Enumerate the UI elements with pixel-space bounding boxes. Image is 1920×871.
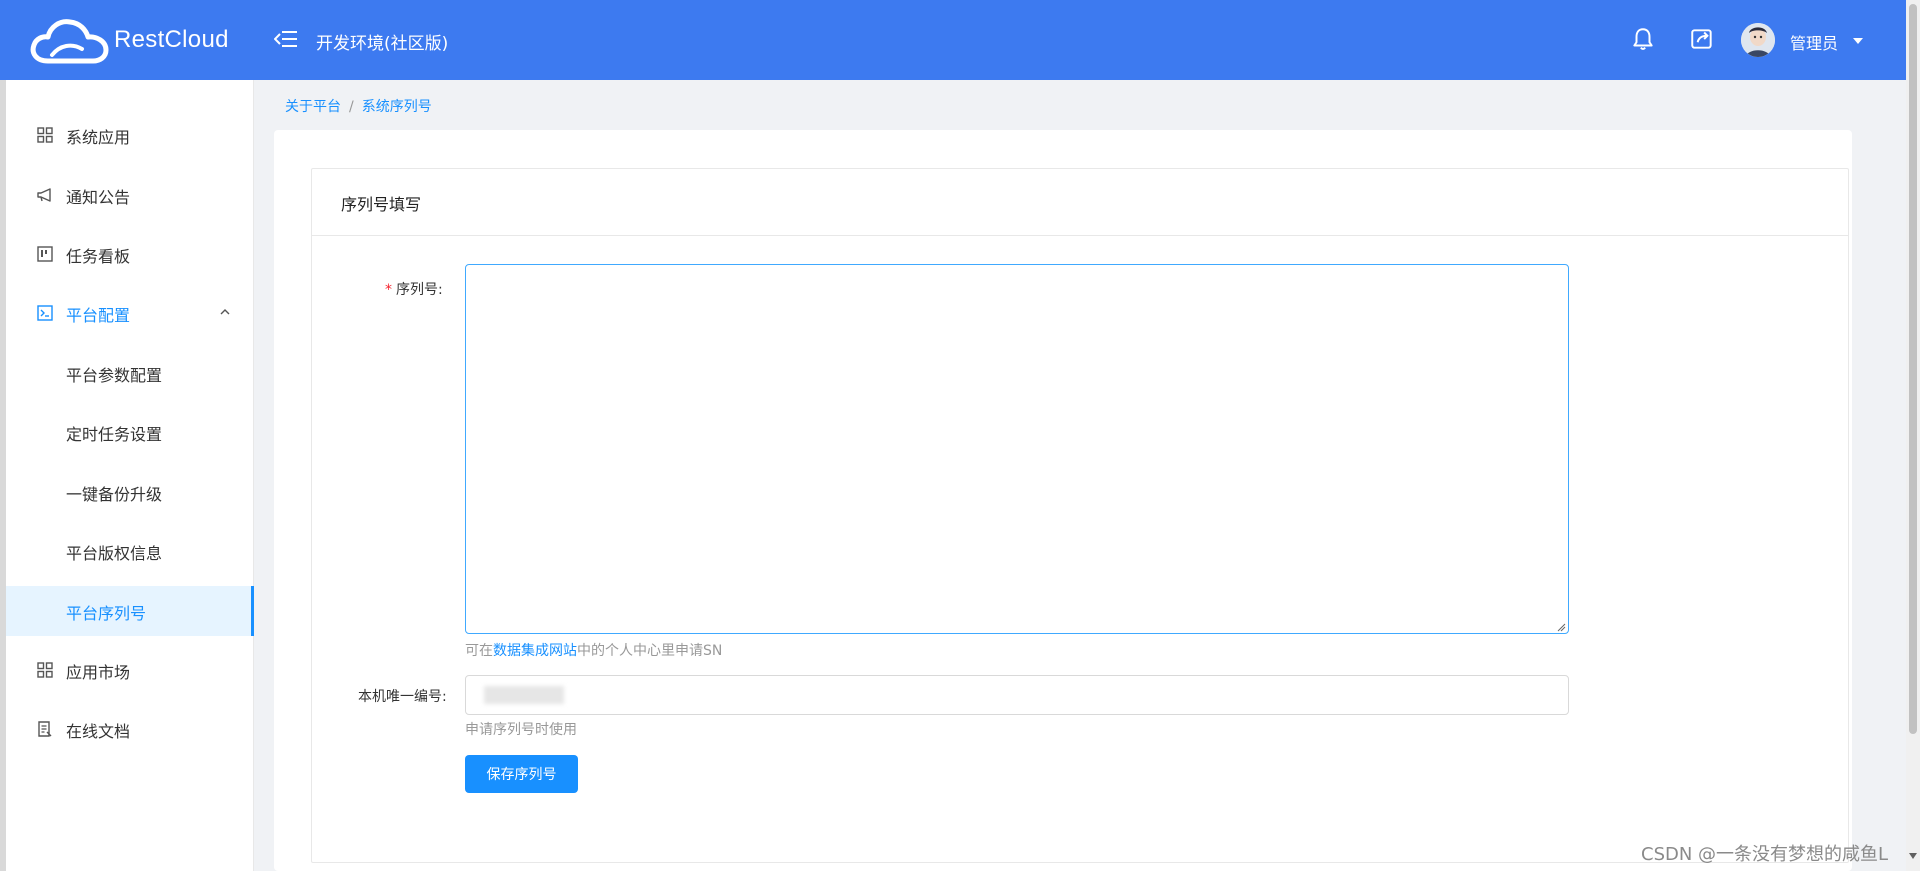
- sidebar-subitem-label: 平台版权信息: [66, 544, 163, 563]
- machine-id-value-redacted: [484, 686, 564, 704]
- breadcrumb-current[interactable]: 系统序列号: [362, 99, 432, 115]
- machine-id-help-text: 申请序列号时使用: [465, 722, 577, 738]
- brand-name: RestCloud: [114, 26, 229, 53]
- serial-number-textarea[interactable]: [465, 264, 1569, 634]
- sidebar-subitem-serial-number[interactable]: 平台序列号: [6, 586, 254, 636]
- sidebar-item-notices[interactable]: 通知公告: [6, 170, 253, 220]
- bell-icon[interactable]: [1630, 26, 1656, 52]
- sidebar-subitem-backup-upgrade[interactable]: 一键备份升级: [6, 467, 253, 517]
- breadcrumb-about-platform[interactable]: 关于平台: [285, 99, 341, 115]
- user-avatar[interactable]: [1741, 23, 1775, 57]
- serial-help-text: 可在数据集成网站中的个人中心里申请SN: [465, 643, 723, 659]
- environment-title: 开发环境(社区版): [316, 34, 449, 54]
- resize-handle-icon[interactable]: [1556, 622, 1566, 632]
- panel-header: 序列号填写: [312, 169, 1848, 236]
- sidebar-subitem-label: 一键备份升级: [66, 485, 163, 504]
- top-header: RestCloud 开发环境(社区版) 管理员: [0, 0, 1906, 80]
- cloud-logo-icon: [30, 19, 109, 64]
- scrollbar-thumb[interactable]: [1909, 4, 1917, 734]
- caret-down-icon[interactable]: [1853, 38, 1863, 44]
- grid-icon: [37, 127, 53, 143]
- sidebar-item-label: 系统应用: [66, 128, 131, 147]
- sidebar-item-label: 在线文档: [66, 722, 131, 741]
- sidebar-item-online-docs[interactable]: 在线文档: [6, 704, 253, 754]
- sidebar-item-platform-config[interactable]: 平台配置: [6, 288, 253, 338]
- megaphone-icon: [37, 188, 51, 202]
- sidebar-subitem-platform-params[interactable]: 平台参数配置: [6, 348, 253, 398]
- chevron-up-icon: [220, 309, 230, 315]
- breadcrumb-separator: /: [349, 99, 354, 115]
- sidebar-subitem-label: 定时任务设置: [66, 425, 163, 444]
- document-icon: [38, 721, 52, 737]
- sidebar-item-system-apps[interactable]: 系统应用: [6, 110, 253, 160]
- sidebar-item-label: 应用市场: [66, 663, 131, 682]
- sidebar-subitem-scheduled-tasks[interactable]: 定时任务设置: [6, 407, 253, 457]
- kanban-icon: [37, 246, 53, 262]
- sidebar-item-label: 通知公告: [66, 188, 131, 207]
- brand-logo[interactable]: RestCloud: [30, 15, 230, 65]
- sidebar-item-task-board[interactable]: 任务看板: [6, 229, 253, 279]
- sidebar-subitem-label: 平台序列号: [66, 604, 147, 623]
- page-scrollbar[interactable]: [1906, 0, 1920, 871]
- required-mark: *: [385, 282, 392, 298]
- avatar-image: [1741, 23, 1775, 57]
- save-serial-button[interactable]: 保存序列号: [465, 755, 578, 793]
- sidebar-subitem-label: 平台参数配置: [66, 366, 163, 385]
- sidebar-item-label: 平台配置: [66, 306, 131, 325]
- terminal-icon: [37, 305, 53, 321]
- panel-title: 序列号填写: [341, 195, 422, 214]
- machine-id-field[interactable]: [465, 675, 1569, 715]
- user-name[interactable]: 管理员: [1790, 30, 1838, 54]
- sidebar-item-label: 任务看板: [66, 247, 131, 266]
- share-icon[interactable]: [1689, 26, 1715, 52]
- sidebar: 系统应用 通知公告 任务看板 平台配置 平台参数配置 定时任务设置 一键备份升级…: [6, 80, 254, 871]
- machine-id-label: 本机唯一编号:: [358, 689, 447, 705]
- sidebar-subitem-copyright-info[interactable]: 平台版权信息: [6, 526, 253, 576]
- breadcrumb: 关于平台 / 系统序列号: [285, 96, 432, 116]
- sidebar-item-app-market[interactable]: 应用市场: [6, 645, 253, 695]
- serial-label: * 序列号:: [385, 282, 443, 298]
- data-integration-site-link[interactable]: 数据集成网站: [493, 643, 577, 659]
- menu-fold-icon[interactable]: [274, 28, 298, 50]
- scroll-down-arrow-icon[interactable]: [1909, 853, 1917, 859]
- watermark: CSDN @一条没有梦想的咸鱼L: [1641, 844, 1889, 865]
- grid-icon: [37, 662, 53, 678]
